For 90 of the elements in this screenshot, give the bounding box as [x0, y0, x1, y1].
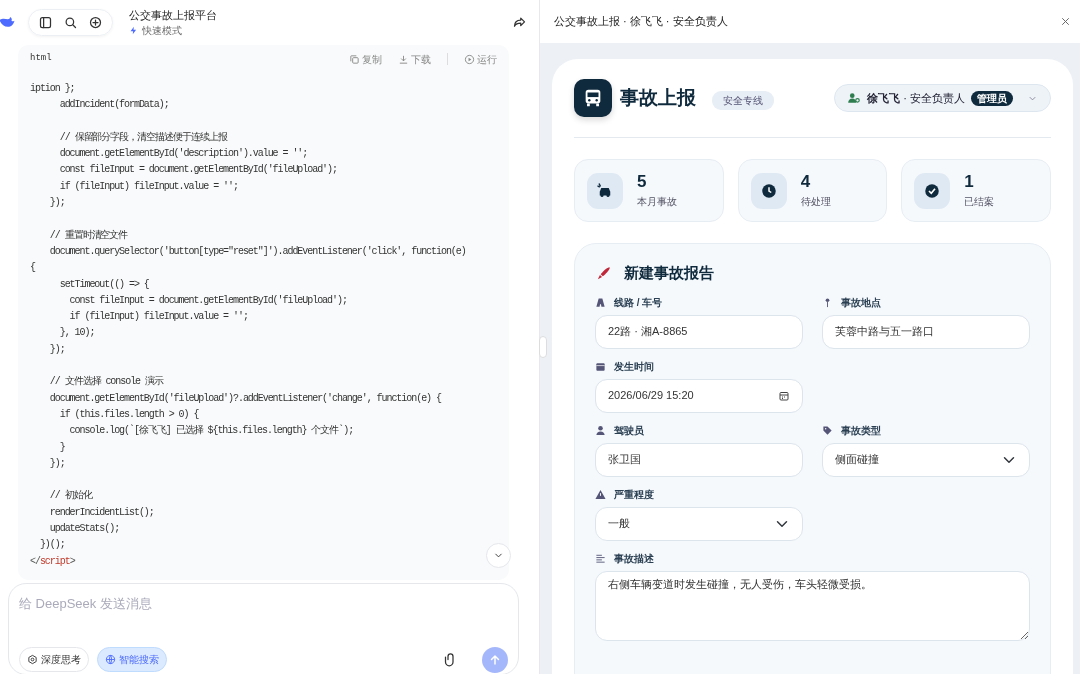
code-line: })(); — [38, 538, 66, 553]
field-label: 严重程度 — [614, 487, 654, 502]
panel-title: 公交事故上报 · 徐飞飞 · 安全负责人 — [554, 14, 728, 30]
code-line: updateStats(); — [48, 522, 121, 536]
stat-value: 1 — [964, 172, 975, 190]
role-badge: 管理员 — [971, 90, 1013, 106]
sidebar-button[interactable] — [38, 15, 53, 30]
sidebar-icon — [38, 15, 53, 30]
user-shield-icon — [847, 91, 862, 105]
calendar-icon — [595, 360, 606, 372]
search-button[interactable] — [63, 15, 78, 30]
field-label: 发生时间 — [614, 359, 654, 374]
share-icon — [512, 15, 527, 30]
tag-icon — [822, 424, 833, 436]
user-name: 徐飞飞 · 安全负责人 — [867, 90, 965, 106]
close-button[interactable] — [1059, 15, 1072, 28]
code-line: if (fileInput) fileInput.value = ''; — [68, 310, 249, 325]
field-label: 事故类型 — [841, 423, 881, 438]
code-line: setTimeout(() => { — [58, 277, 150, 292]
pen-icon — [595, 264, 612, 282]
stat-label: 本月事故 — [637, 194, 677, 209]
download-button[interactable]: 下载 — [398, 51, 431, 67]
field-label: 驾驶员 — [614, 423, 644, 438]
check-circle-icon — [923, 181, 942, 200]
code-line: // 文件选择 console 演示 — [48, 374, 165, 390]
bus-logo-icon — [574, 79, 612, 117]
input-field[interactable]: 22路 · 湘A-8865 — [595, 314, 803, 349]
code-line: } — [58, 440, 66, 455]
download-icon — [398, 53, 409, 65]
warning-icon — [595, 488, 606, 500]
code-line: }, 10); — [58, 326, 96, 341]
code-line: }); — [48, 456, 66, 471]
clock-icon — [759, 181, 778, 200]
input-field[interactable]: 张卫国 — [595, 442, 803, 477]
new-chat-button[interactable] — [88, 15, 103, 30]
code-line: document.getElementById('description').value = ''; — [58, 147, 309, 162]
code-line: const fileInput = document.getElementById('fileUpload'); — [58, 163, 338, 178]
select-field[interactable]: 一般 — [595, 506, 803, 541]
select-field[interactable]: 侧面碰撞 — [822, 442, 1030, 477]
stat-label: 已结案 — [964, 194, 995, 209]
app-title: 事故上报 — [620, 86, 696, 110]
code-line: </script> — [30, 554, 77, 569]
stat-value: 4 — [800, 172, 812, 190]
date-field[interactable]: 2026/06/29 15:20 — [595, 378, 803, 413]
stat-label: 待处理 — [800, 194, 831, 209]
field-label: 线路 / 车号 — [614, 295, 663, 310]
run-button[interactable]: 运行 — [464, 51, 497, 67]
code-line: if (fileInput) fileInput.value = ''; — [58, 179, 239, 194]
user-menu[interactable]: 徐飞飞 · 安全负责人 管理员 — [834, 84, 1051, 112]
form-title: 新建事故报告 — [624, 263, 714, 283]
code-line: // 重置时清空文件 — [48, 228, 129, 243]
lines-icon — [595, 552, 606, 564]
code-line: document.getElementById('fileUpload')?.addEventListener('change', function(e) { — [48, 391, 442, 406]
line-tag: 安全专线 — [712, 90, 774, 110]
copy-button[interactable]: 复制 — [349, 51, 382, 67]
plus-icon — [88, 15, 103, 30]
code-line: iption }; — [30, 82, 76, 96]
text-area[interactable]: 右侧车辆变道时发生碰撞，无人受伤，车头轻微受损。 — [595, 570, 1030, 641]
code-line: renderIncidentList(); — [48, 505, 155, 520]
code-line: if (this.files.length > 0) { — [58, 407, 200, 422]
field-label: 事故描述 — [614, 551, 654, 566]
search-toggle[interactable]: 智能搜索 — [97, 647, 167, 672]
calendar-icon[interactable] — [778, 389, 790, 402]
chat-title: 公交事故上报平台 — [129, 7, 217, 23]
code-language: html — [30, 52, 52, 66]
play-icon — [464, 53, 475, 65]
atom-icon — [27, 654, 38, 665]
code-line: addIncident(formData); — [58, 98, 170, 113]
think-toggle[interactable]: 深度思考 — [19, 647, 89, 672]
code-line: const fileInput = document.getElementById('fileUpload'); — [68, 293, 348, 308]
code-line: // 初始化 — [48, 488, 94, 504]
lightning-icon — [129, 26, 138, 36]
input-field[interactable]: 芙蓉中路与五一路口 — [822, 314, 1030, 349]
stat-value: 5 — [637, 172, 648, 190]
mode-label: 快速模式 — [142, 24, 182, 39]
message-box[interactable]: 给 DeepSeek 发送消息 深度思考 智能搜索 — [8, 583, 519, 674]
search-icon — [63, 15, 78, 30]
code-line: console.log(`[徐飞飞] 已选择 ${this.files.length} 个文件`); — [68, 423, 355, 439]
code-line: { — [30, 261, 36, 276]
code-line: document.querySelector('button[type="reset"]').addEventListener('click', function(e) — [48, 244, 467, 259]
code-line: }); — [48, 342, 66, 357]
share-button[interactable] — [512, 15, 527, 30]
close-icon — [1059, 15, 1072, 28]
copy-icon — [349, 53, 360, 65]
arrow-up-icon — [488, 652, 502, 667]
field-label: 事故地点 — [841, 295, 881, 310]
globe-icon — [105, 654, 116, 665]
code-line: // 保留部分字段，清空描述便于连续上报 — [58, 130, 229, 145]
user-icon — [595, 424, 606, 436]
code-line: }); — [48, 196, 66, 211]
